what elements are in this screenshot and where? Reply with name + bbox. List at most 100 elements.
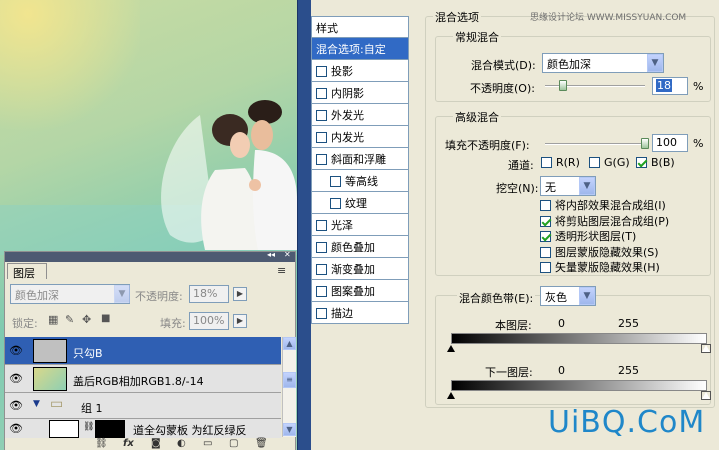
layers-tab[interactable]: 图层 [7,263,47,280]
add-mask-icon[interactable]: ◙ [151,438,161,449]
visibility-eye-icon[interactable]: 👁 [9,422,23,435]
style-checkbox[interactable] [316,286,327,297]
style-item[interactable]: 内阴影 [311,82,409,104]
fill-opacity-input[interactable]: 100 [652,134,688,152]
lock-all-icon[interactable]: ■ [101,313,110,324]
this-layer-white-slider[interactable] [701,344,711,353]
under-layer-white-slider[interactable] [701,391,711,400]
lock-transparent-icon[interactable]: ▦ [48,313,58,326]
style-checkbox[interactable] [330,198,341,209]
layer-blend-mode-dropdown-icon[interactable]: ▼ [114,285,130,303]
style-item[interactable]: 混合选项:自定 [311,38,409,60]
fill-slider-thumb[interactable] [641,138,649,149]
under-layer-high: 255 [618,364,639,377]
adjustment-layer-icon[interactable]: ◐ [177,438,186,449]
advanced-option-checkbox[interactable] [540,262,551,273]
layer-row-group[interactable]: 👁 ▼ ▭ 组 1 [5,393,281,419]
scroll-up-icon[interactable]: ▲ [283,337,296,350]
scroll-down-icon[interactable]: ▼ [283,423,296,436]
channel-r-box[interactable] [541,157,552,168]
layer-row-mask[interactable]: 👁 ⛓ 道全勾蒙板 为红反绿反 [5,419,281,439]
lock-move-icon[interactable]: ✥ [82,313,91,326]
scroll-thumb[interactable]: ≡ [283,372,296,388]
style-checkbox[interactable] [316,220,327,231]
style-item[interactable]: 图案叠加 [311,280,409,302]
layers-panel-header[interactable]: ◂◂ ✕ [5,250,295,262]
style-item[interactable]: 外发光 [311,104,409,126]
blend-if-dropdown-icon[interactable]: ▼ [579,287,595,305]
style-item[interactable]: 斜面和浮雕 [311,148,409,170]
new-group-icon[interactable]: ▭ [203,438,212,449]
layer-blend-mode-select[interactable]: 颜色加深 [10,284,130,304]
visibility-eye-icon[interactable]: 👁 [9,372,23,385]
group-name[interactable]: 组 1 [81,400,103,416]
style-checkbox[interactable] [316,88,327,99]
style-item[interactable]: 纹理 [311,192,409,214]
fx-icon[interactable]: fx [123,438,134,449]
style-item[interactable]: 描边 [311,302,409,324]
advanced-option[interactable]: 透明形状图层(T) [540,228,636,244]
style-item[interactable]: 颜色叠加 [311,236,409,258]
style-checkbox[interactable] [316,242,327,253]
delete-layer-icon[interactable]: 🗑 [255,438,268,449]
style-checkbox[interactable] [316,110,327,121]
new-layer-icon[interactable]: ▢ [229,438,238,449]
style-item-label: 图案叠加 [331,285,375,298]
group-expand-icon[interactable]: ▼ [33,399,40,409]
channel-g-checkbox[interactable]: G(G) [589,156,630,169]
opacity-label: 不透明度(O): [470,82,535,95]
style-checkbox[interactable] [330,176,341,187]
styles-title[interactable]: 样式 [311,16,409,38]
channel-r-checkbox[interactable]: R(R) [541,156,580,169]
advanced-option-checkbox[interactable] [540,246,551,258]
advanced-option[interactable]: 图层蒙版隐藏效果(S) [540,244,659,260]
blend-mode-dropdown-icon[interactable]: ▼ [647,54,663,72]
channel-g-box[interactable] [589,157,600,168]
panel-menu-icon[interactable]: ≡ [277,264,286,277]
fill-slider-track[interactable] [545,143,645,145]
layer-fill-arrow-icon[interactable]: ▶ [233,314,247,328]
style-item[interactable]: 投影 [311,60,409,82]
collapse-icon[interactable]: ◂◂ [267,250,275,259]
opacity-slider-thumb[interactable] [559,80,567,91]
advanced-option[interactable]: 将内部效果混合成组(I) [540,197,666,213]
layer-name[interactable]: 盖后RGB相加RGB1.8/-14 [73,373,204,389]
style-checkbox[interactable] [316,264,327,275]
link-layers-icon[interactable]: ⛓ [95,438,108,449]
layer-opacity-arrow-icon[interactable]: ▶ [233,287,247,301]
visibility-eye-icon[interactable]: 👁 [9,344,23,357]
style-checkbox[interactable] [316,132,327,143]
layer-row-only-b[interactable]: 👁 只勾B [5,337,281,365]
style-item[interactable]: 等高线 [311,170,409,192]
style-checkbox[interactable] [316,308,327,319]
under-layer-black-slider[interactable] [447,392,455,399]
style-item[interactable]: 光泽 [311,214,409,236]
layer-row-merged[interactable]: 👁 盖后RGB相加RGB1.8/-14 [5,365,281,393]
channel-b-checkbox[interactable]: B(B) [636,156,675,169]
channel-r-label: R(R) [556,156,580,169]
opacity-input[interactable]: 18 [652,77,688,95]
advanced-option-checkbox[interactable] [540,200,551,211]
visibility-eye-icon[interactable]: 👁 [9,399,23,412]
style-item[interactable]: 内发光 [311,126,409,148]
lock-paint-icon[interactable]: ✎ [65,313,74,326]
layer-opacity-input[interactable]: 18% [189,285,229,303]
layer-name[interactable]: 道全勾蒙板 为红反绿反 [133,422,247,438]
advanced-option-checkbox[interactable] [540,215,551,227]
layers-scrollbar[interactable]: ▲ ≡ ▼ [282,337,296,437]
style-checkbox[interactable] [316,154,327,165]
style-checkbox[interactable] [316,66,327,77]
layer-name[interactable]: 只勾B [73,345,103,361]
style-item-label: 渐变叠加 [331,263,375,276]
channel-b-box[interactable] [636,157,647,168]
layer-fill-input[interactable]: 100% [189,312,229,330]
advanced-option[interactable]: 矢量蒙版隐藏效果(H) [540,259,660,275]
this-layer-black-slider[interactable] [447,345,455,352]
under-layer-low: 0 [558,364,565,377]
style-item[interactable]: 渐变叠加 [311,258,409,280]
advanced-option[interactable]: 将剪贴图层混合成组(P) [540,213,669,229]
close-icon[interactable]: ✕ [284,250,291,259]
advanced-option-checkbox[interactable] [540,231,551,242]
blend-mode-select[interactable]: 颜色加深 [542,53,664,73]
knockout-dropdown-icon[interactable]: ▼ [579,177,595,195]
